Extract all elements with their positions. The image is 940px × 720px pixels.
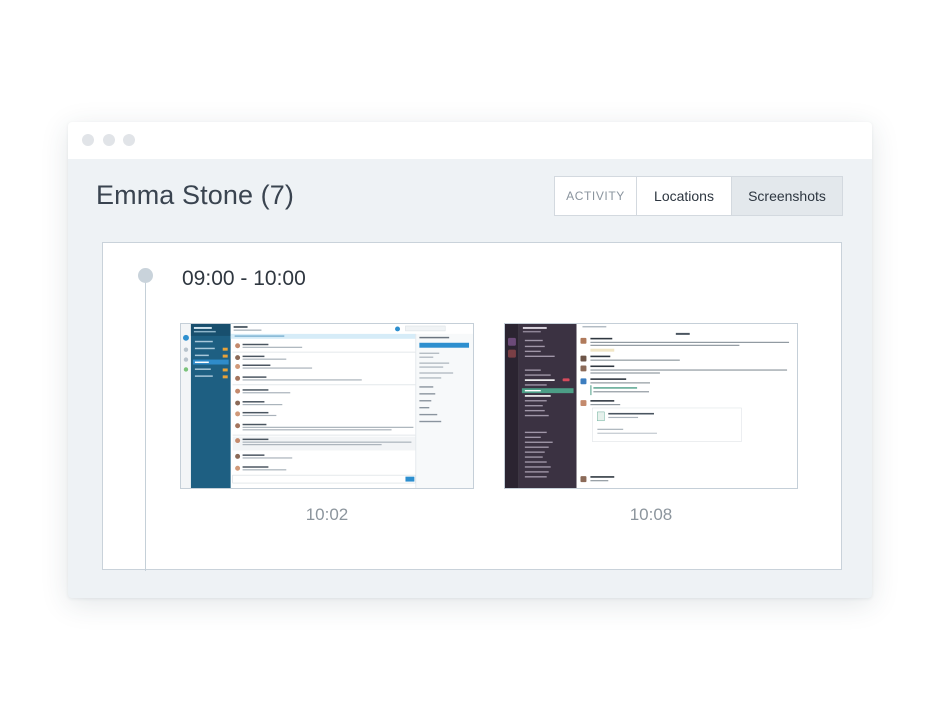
window-titlebar	[68, 122, 872, 159]
chat-app-screenshot-image	[181, 324, 473, 488]
tab-activity[interactable]: ACTIVITY	[555, 177, 637, 215]
screenshot-thumbnail[interactable]	[180, 323, 474, 489]
page-title: Emma Stone (7)	[96, 180, 294, 210]
view-tabs: ACTIVITY Locations Screenshots	[554, 176, 843, 216]
timeline-line	[145, 275, 146, 571]
screenshot-timestamp: 10:08	[629, 505, 673, 524]
tab-screenshots[interactable]: Screenshots	[732, 177, 842, 215]
window-dot-icon	[82, 134, 94, 146]
timeline-dot	[138, 268, 153, 283]
time-range-heading: 09:00 - 10:00	[182, 267, 306, 290]
window-dot-icon	[103, 134, 115, 146]
tab-locations[interactable]: Locations	[637, 177, 732, 215]
screenshot-thumbnail[interactable]	[504, 323, 798, 489]
messaging-app-screenshot-image	[505, 324, 797, 488]
app-window: Emma Stone (7) ACTIVITY Locations Screen…	[68, 122, 872, 598]
screenshot-timestamp: 10:02	[305, 505, 349, 524]
window-dot-icon	[123, 134, 135, 146]
screenshots-panel: 09:00 - 10:00 10:02 10:08	[102, 242, 842, 571]
